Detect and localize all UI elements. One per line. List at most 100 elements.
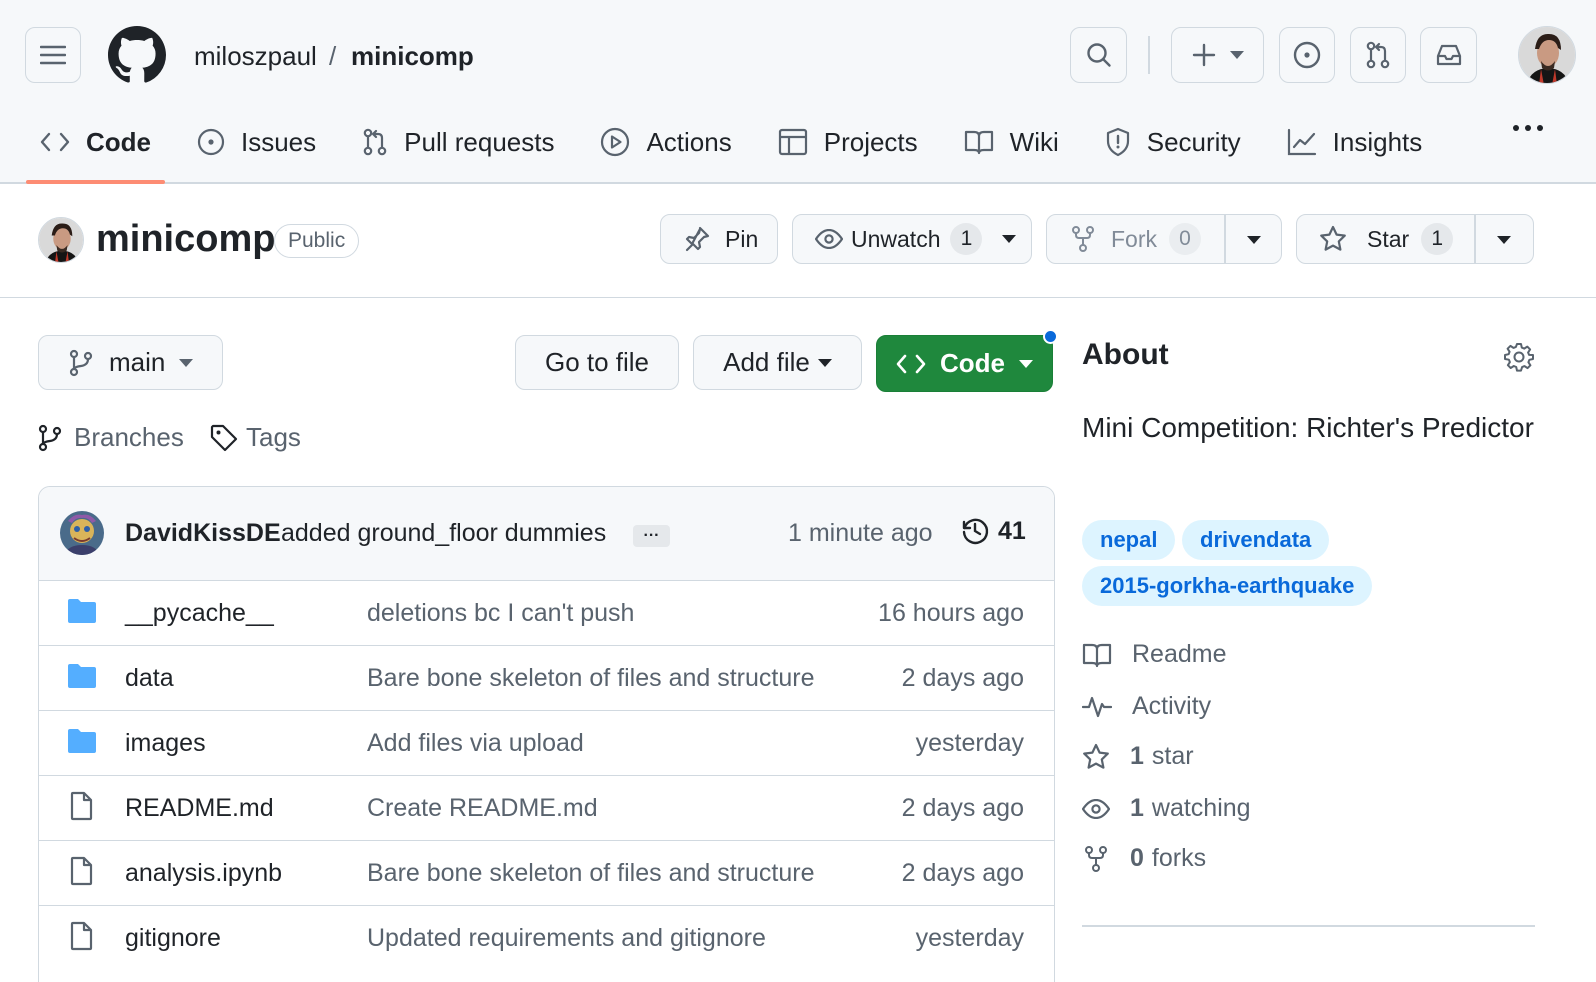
folder-icon bbox=[68, 729, 96, 753]
avatar-portrait-icon bbox=[39, 218, 83, 262]
star-button[interactable]: Star 1 bbox=[1296, 214, 1534, 264]
pin-button[interactable]: Pin bbox=[660, 214, 778, 264]
tags-link[interactable]: Tags bbox=[210, 422, 301, 453]
code-button[interactable]: Code bbox=[876, 335, 1053, 392]
file-name[interactable]: images bbox=[125, 711, 206, 775]
topic-tag[interactable]: 2015-gorkha-earthquake bbox=[1082, 566, 1373, 606]
commit-message[interactable]: added ground_floor dummies bbox=[281, 515, 606, 551]
tab-code[interactable]: Code bbox=[26, 112, 165, 184]
graph-icon bbox=[1287, 128, 1316, 156]
file-row[interactable]: data Bare bone skeleton of files and str… bbox=[39, 646, 1054, 711]
watch-counter: 1 bbox=[950, 223, 983, 255]
commit-time[interactable]: 1 minute ago bbox=[788, 515, 933, 551]
go-to-file-button[interactable]: Go to file bbox=[515, 335, 679, 390]
search-icon bbox=[1086, 43, 1111, 67]
triangle-down-icon bbox=[1247, 236, 1261, 244]
file-commit-message[interactable]: Add files via upload bbox=[367, 711, 817, 775]
file-commit-message[interactable]: Updated requirements and gitignore bbox=[367, 906, 817, 970]
star-counter: 1 bbox=[1421, 223, 1454, 255]
watch-button[interactable]: Unwatch 1 bbox=[792, 214, 1032, 264]
issues-button[interactable] bbox=[1279, 27, 1335, 83]
triangle-down-icon bbox=[1497, 236, 1511, 244]
header-divider bbox=[1148, 36, 1150, 74]
code-icon bbox=[40, 132, 70, 152]
triangle-down-icon bbox=[1002, 235, 1017, 243]
github-logo[interactable] bbox=[108, 26, 166, 84]
forks-label: forks bbox=[1151, 844, 1207, 872]
branches-link[interactable]: Branches bbox=[38, 422, 184, 453]
tab-wiki[interactable]: Wiki bbox=[950, 112, 1073, 172]
file-row[interactable]: images Add files via upload yesterday bbox=[39, 711, 1054, 776]
readme-link[interactable]: Readme bbox=[1082, 640, 1227, 669]
repo-forked-icon bbox=[1085, 845, 1107, 872]
breadcrumb-separator: / bbox=[329, 41, 337, 71]
user-avatar[interactable] bbox=[1518, 26, 1576, 84]
file-commit-message[interactable]: Create README.md bbox=[367, 776, 817, 840]
stars-link[interactable]: 1 star bbox=[1082, 742, 1194, 771]
file-name[interactable]: __pycache__ bbox=[125, 581, 274, 645]
fork-button[interactable]: Fork 0 bbox=[1046, 214, 1282, 264]
tab-pull-requests[interactable]: Pull requests bbox=[348, 112, 568, 172]
file-name[interactable]: README.md bbox=[125, 776, 274, 840]
file-row[interactable]: __pycache__ deletions bc I can't push 16… bbox=[39, 581, 1054, 646]
topic-tag[interactable]: drivendata bbox=[1182, 520, 1330, 560]
play-icon bbox=[601, 127, 630, 157]
file-row[interactable]: analysis.ipynb Bare bone skeleton of fil… bbox=[39, 841, 1054, 906]
tab-label: Wiki bbox=[1009, 126, 1059, 157]
git-pull-request-icon bbox=[363, 128, 387, 156]
file-commit-time: 2 days ago bbox=[901, 664, 1024, 692]
tab-label: Projects bbox=[823, 126, 918, 157]
watching-link[interactable]: 1 watching bbox=[1082, 794, 1251, 823]
file-commit-time: yesterday bbox=[915, 729, 1024, 757]
tab-projects[interactable]: Projects bbox=[764, 112, 932, 172]
tab-issues[interactable]: Issues bbox=[183, 112, 330, 172]
folder-icon bbox=[68, 599, 96, 623]
commit-author[interactable]: DavidKissDE bbox=[125, 515, 281, 551]
pull-requests-button[interactable] bbox=[1350, 27, 1406, 83]
tab-label: Issues bbox=[241, 126, 317, 157]
commit-author-avatar[interactable] bbox=[60, 511, 104, 555]
search-button[interactable] bbox=[1070, 27, 1127, 83]
tab-actions[interactable]: Actions bbox=[586, 112, 745, 172]
triangle-down-icon bbox=[179, 358, 194, 367]
branch-selector[interactable]: main bbox=[38, 335, 223, 390]
file-commit-message[interactable]: deletions bc I can't push bbox=[367, 581, 817, 645]
repo-nav: Code Issues Pull requests Actions Projec… bbox=[26, 112, 1454, 184]
activity-label: Activity bbox=[1132, 692, 1212, 720]
breadcrumb-owner[interactable]: miloszpaul bbox=[194, 36, 317, 76]
file-commit-message[interactable]: Bare bone skeleton of files and structur… bbox=[367, 646, 817, 710]
create-new-button[interactable] bbox=[1171, 27, 1264, 83]
forks-link[interactable]: 0 forks bbox=[1082, 844, 1206, 873]
tab-label: Pull requests bbox=[404, 126, 555, 157]
star-label: Star bbox=[1367, 225, 1410, 252]
tab-insights[interactable]: Insights bbox=[1273, 112, 1437, 172]
about-settings-button[interactable] bbox=[1504, 342, 1534, 372]
pulse-icon bbox=[1082, 696, 1112, 717]
watch-label: Unwatch bbox=[851, 225, 941, 252]
inbox-button[interactable] bbox=[1420, 27, 1477, 83]
commit-expand-button[interactable]: ··· bbox=[633, 525, 670, 547]
breadcrumb-repo[interactable]: minicomp bbox=[351, 36, 474, 76]
file-commit-time: 16 hours ago bbox=[878, 599, 1024, 627]
star-icon bbox=[1320, 225, 1346, 251]
file-commit-message[interactable]: Bare bone skeleton of files and structur… bbox=[367, 841, 817, 905]
stars-count: 1 bbox=[1130, 742, 1144, 770]
eye-icon bbox=[1082, 798, 1110, 819]
more-tabs-button[interactable] bbox=[1512, 124, 1544, 132]
star-icon bbox=[1083, 743, 1109, 769]
file-name[interactable]: analysis.ipynb bbox=[125, 841, 282, 905]
topic-tag[interactable]: nepal bbox=[1082, 520, 1176, 560]
tab-security[interactable]: Security bbox=[1091, 112, 1255, 172]
owner-avatar[interactable] bbox=[38, 217, 84, 263]
repo-name[interactable]: minicomp bbox=[96, 216, 275, 262]
file-name[interactable]: data bbox=[125, 646, 174, 710]
activity-link[interactable]: Activity bbox=[1082, 692, 1211, 721]
file-name[interactable]: gitignore bbox=[125, 906, 221, 970]
commit-history-link[interactable]: 41 bbox=[960, 516, 1026, 546]
file-row[interactable]: gitignore Updated requirements and gitig… bbox=[39, 906, 1054, 971]
menu-button[interactable] bbox=[25, 27, 81, 83]
file-row[interactable]: README.md Create README.md 2 days ago bbox=[39, 776, 1054, 841]
stars-label: star bbox=[1151, 742, 1194, 770]
add-file-button[interactable]: Add file bbox=[693, 335, 862, 390]
file-icon bbox=[70, 921, 93, 951]
